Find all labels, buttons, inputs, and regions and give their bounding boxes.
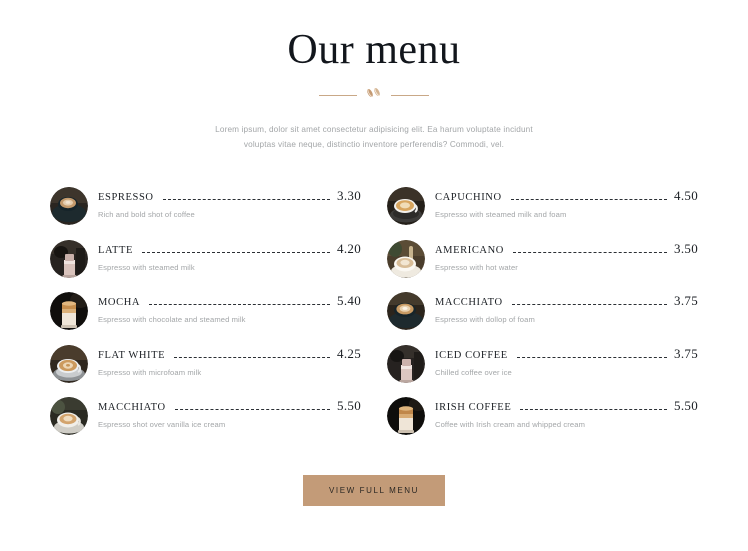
leader-dots (142, 251, 331, 253)
menu-item-name: AMERICANO (435, 244, 504, 256)
menu-item-price: 3.50 (674, 240, 698, 256)
leader-dots (162, 198, 331, 200)
latte-glass-photo (50, 239, 88, 278)
menu-item-price: 3.30 (337, 188, 361, 203)
menu-item-description: Espresso with hot water (435, 262, 518, 272)
menu-item-description: Espresso with dollop of foam (435, 315, 535, 324)
menu-item-description: Rich and bold shot of coffee (98, 210, 195, 219)
macchiato-cup-photo (50, 397, 88, 435)
menu-item-description: Chilled coffee over ice (435, 367, 512, 377)
menu-item-name: MACCHIATO (435, 297, 503, 308)
menu-item[interactable]: ESPRESSO 3.30 Rich and bold shot of coff… (50, 186, 361, 239)
menu-item[interactable]: ICED COFFEE 3.75 Chilled coffee over ice (387, 344, 698, 397)
iced-coffee-glass-photo (387, 344, 425, 383)
menu-item[interactable]: LATTE 4.20 Espresso with steamed milk (50, 239, 361, 292)
menu-item-description: Coffee with Irish cream and whipped crea… (435, 420, 585, 429)
menu-item-heading: LATTE 4.20 (98, 241, 361, 257)
menu-page: Our menu Lorem ipsum, dolor sit amet con… (0, 0, 748, 551)
menu-column-right: CAPUCHINO 4.50 Espresso with steamed mil… (387, 186, 698, 449)
menu-item[interactable]: MACCHIATO 5.50 Espresso shot over vanill… (50, 396, 361, 449)
irish-coffee-glass-photo (387, 397, 425, 435)
leader-dots (516, 356, 668, 358)
menu-item-body: MOCHA 5.40 Espresso with chocolate and s… (88, 291, 361, 325)
leader-dots (510, 198, 668, 200)
menu-item[interactable]: AMERICANO 3.50 Espresso with hot water (387, 239, 698, 292)
menu-item-description: Espresso with steamed milk (98, 262, 195, 272)
menu-item-heading: MACCHIATO 5.50 (98, 398, 361, 414)
menu-item[interactable]: CAPUCHINO 4.50 Espresso with steamed mil… (387, 186, 698, 239)
menu-item-heading: MACCHIATO 3.75 (435, 293, 698, 309)
americano-cup-photo (387, 239, 425, 278)
leader-dots (149, 303, 331, 305)
menu-item-price: 4.50 (674, 188, 698, 203)
menu-item[interactable]: MOCHA 5.40 Espresso with chocolate and s… (50, 291, 361, 344)
menu-item-heading: ICED COFFEE 3.75 (435, 346, 698, 362)
menu-item-name: ICED COFFEE (435, 349, 508, 361)
mocha-glass-photo (50, 292, 88, 330)
menu-item-price: 5.40 (337, 293, 361, 308)
page-subtitle: Lorem ipsum, dolor sit amet consectetur … (215, 125, 533, 149)
menu-item-body: ESPRESSO 3.30 Rich and bold shot of coff… (88, 186, 361, 220)
capuchino-cup-photo (387, 187, 425, 225)
menu-item-name: MOCHA (98, 297, 141, 308)
ornament-divider (314, 86, 434, 104)
menu-item-body: ICED COFFEE 3.75 Chilled coffee over ice (425, 344, 698, 378)
menu-item-heading: AMERICANO 3.50 (435, 241, 698, 257)
menu-item-name: ESPRESSO (98, 192, 154, 203)
menu-item-heading: CAPUCHINO 4.50 (435, 188, 698, 204)
coffee-beans-icon (364, 86, 384, 105)
menu-item-price: 3.75 (674, 293, 698, 308)
menu-item-body: FLAT WHITE 4.25 Espresso with microfoam … (88, 344, 361, 378)
divider-line-right (391, 94, 429, 96)
leader-dots (513, 251, 668, 253)
menu-item-body: AMERICANO 3.50 Espresso with hot water (425, 239, 698, 273)
leader-dots (174, 408, 331, 410)
menu-item[interactable]: MACCHIATO 3.75 Espresso with dollop of f… (387, 291, 698, 344)
menu-column-left: ESPRESSO 3.30 Rich and bold shot of coff… (50, 186, 361, 449)
menu-grid: ESPRESSO 3.30 Rich and bold shot of coff… (50, 186, 698, 449)
menu-item-description: Espresso with steamed milk and foam (435, 210, 567, 219)
menu-item[interactable]: FLAT WHITE 4.25 Espresso with microfoam … (50, 344, 361, 397)
leader-dots (520, 408, 668, 410)
menu-item-name: MACCHIATO (98, 402, 166, 413)
menu-item-heading: FLAT WHITE 4.25 (98, 346, 361, 362)
menu-item-heading: ESPRESSO 3.30 (98, 188, 361, 204)
menu-item-price: 4.25 (337, 345, 361, 361)
menu-item-description: Espresso with chocolate and steamed milk (98, 315, 246, 324)
menu-item-body: MACCHIATO 3.75 Espresso with dollop of f… (425, 291, 698, 325)
page-title: Our menu (287, 27, 461, 73)
leader-dots (511, 303, 668, 305)
menu-item[interactable]: IRISH COFFEE 5.50 Coffee with Irish crea… (387, 396, 698, 449)
menu-item-price: 4.20 (337, 240, 361, 256)
espresso-cup-photo (50, 187, 88, 225)
menu-item-price: 3.75 (674, 345, 698, 361)
leader-dots (174, 356, 331, 358)
menu-item-price: 5.50 (674, 398, 698, 413)
menu-item-price: 5.50 (337, 398, 361, 413)
menu-item-body: MACCHIATO 5.50 Espresso shot over vanill… (88, 396, 361, 430)
menu-item-body: CAPUCHINO 4.50 Espresso with steamed mil… (425, 186, 698, 220)
page-header: Our menu Lorem ipsum, dolor sit amet con… (0, 0, 748, 152)
menu-item-name: FLAT WHITE (98, 349, 166, 361)
divider-line-left (319, 94, 357, 96)
menu-item-description: Espresso shot over vanilla ice cream (98, 420, 226, 429)
menu-item-name: LATTE (98, 244, 134, 256)
view-full-menu-button[interactable]: View full menu (302, 474, 446, 506)
page-footer: View full menu (0, 474, 748, 506)
menu-item-body: IRISH COFFEE 5.50 Coffee with Irish crea… (425, 396, 698, 430)
menu-item-body: LATTE 4.20 Espresso with steamed milk (88, 239, 361, 273)
macchiato-foam-cup-photo (387, 292, 425, 330)
menu-item-name: IRISH COFFEE (435, 402, 512, 413)
menu-item-description: Espresso with microfoam milk (98, 367, 202, 377)
menu-item-heading: IRISH COFFEE 5.50 (435, 398, 698, 414)
menu-item-heading: MOCHA 5.40 (98, 293, 361, 309)
menu-item-name: CAPUCHINO (435, 192, 502, 203)
flat-white-cup-photo (50, 344, 88, 383)
